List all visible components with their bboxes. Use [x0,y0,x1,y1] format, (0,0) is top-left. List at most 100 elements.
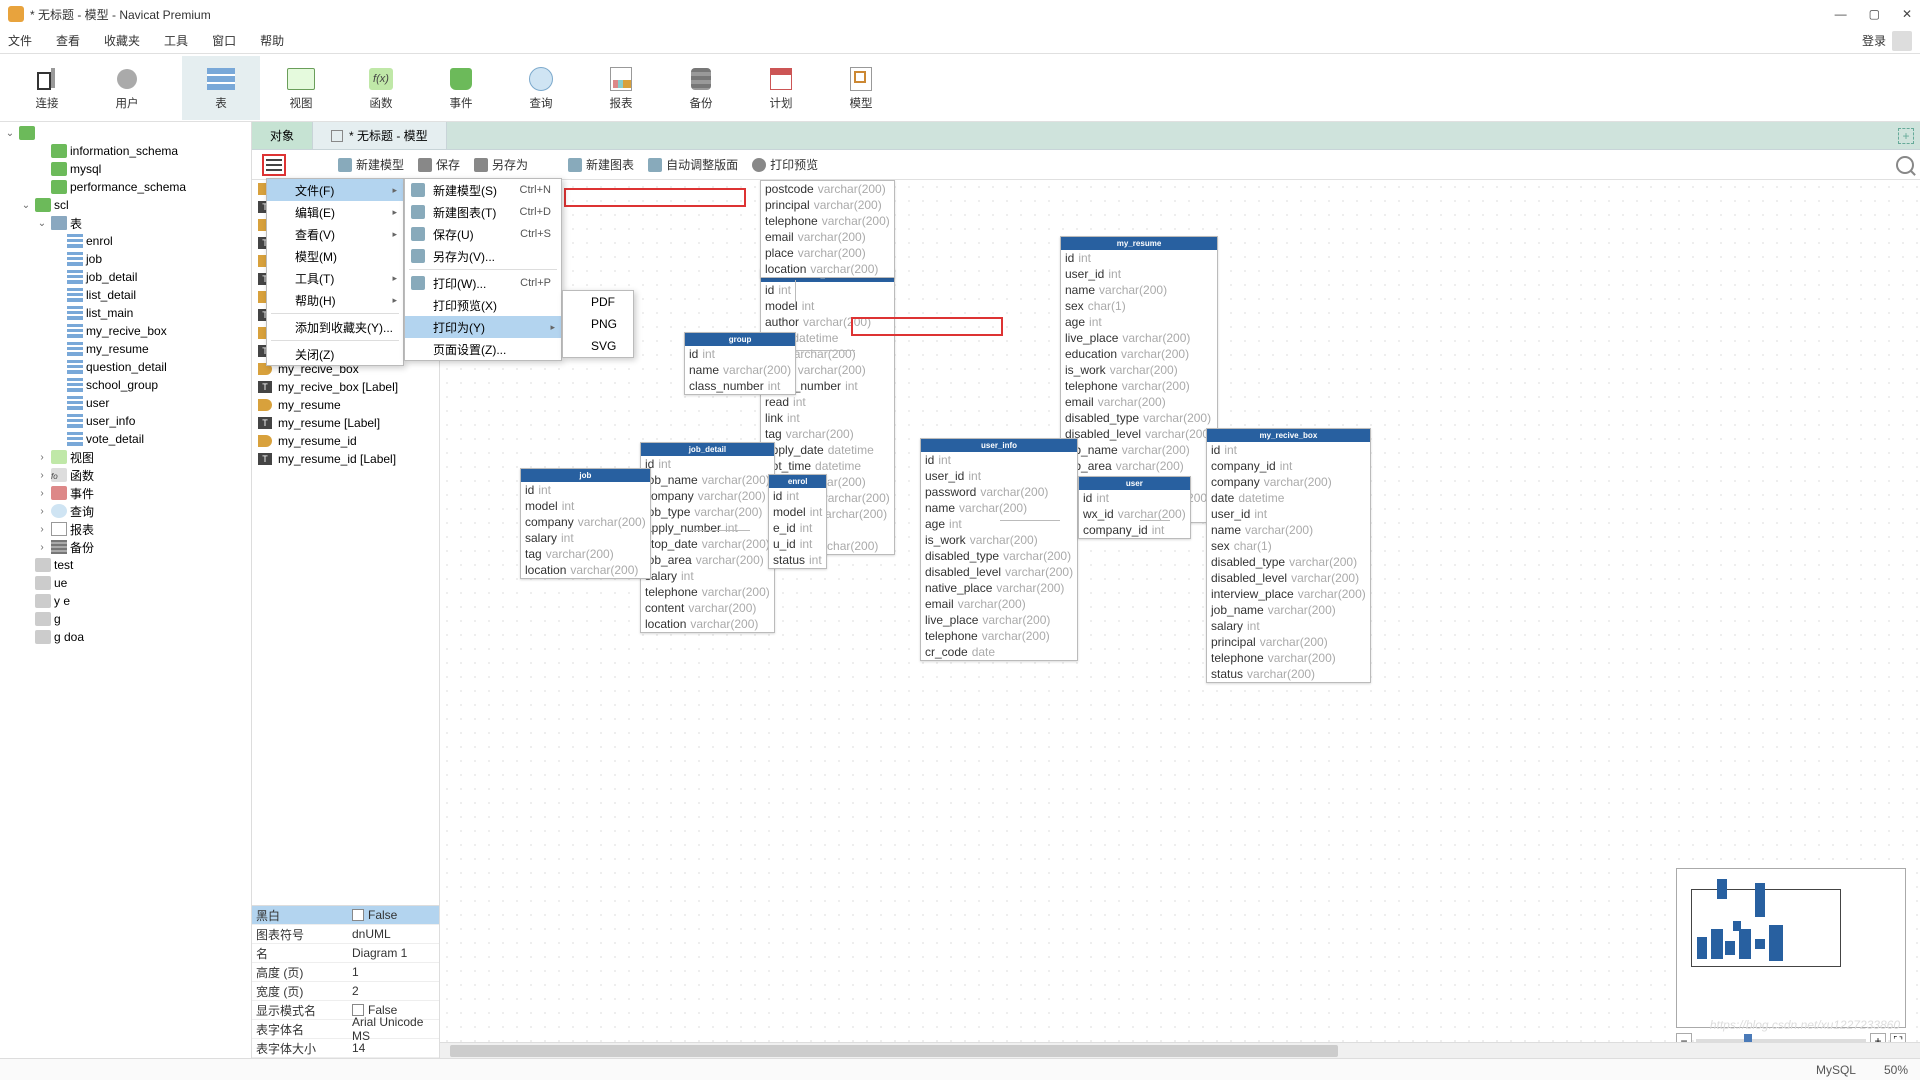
maximize-button[interactable]: ▢ [1869,7,1880,21]
tree-item[interactable]: enrol [0,232,251,250]
tree-item[interactable]: ›函数 [0,466,251,484]
main-menu-item[interactable]: 帮助(H)▸ [267,289,403,311]
main-menu-item[interactable]: 编辑(E)▸ [267,201,403,223]
auto-layout-button[interactable]: 自动调整版面 [648,156,738,173]
login-button[interactable]: 登录 [1862,31,1912,51]
main-menu-item[interactable]: 关闭(Z) [267,343,403,365]
main-menu-item[interactable]: 查看(V)▸ [267,223,403,245]
diagram-canvas[interactable]: T ◯ list_detailidintmodelintauthorvarcha… [440,180,1920,1058]
tree-item[interactable]: ›视图 [0,448,251,466]
tree-item[interactable]: ⌄表 [0,214,251,232]
save-button[interactable]: 保存 [418,156,460,173]
printas-menu-item[interactable]: PNG [563,313,633,335]
printas-menu-item[interactable]: PDF [563,291,633,313]
ribbon-schedule[interactable]: 计划 [742,56,820,120]
property-row[interactable]: 宽度 (页)2 [252,982,439,1001]
ribbon-function[interactable]: f(x)函数 [342,56,420,120]
main-menu-item[interactable]: 添加到收藏夹(Y)... [267,316,403,338]
close-button[interactable]: ✕ [1902,7,1912,21]
tree-item[interactable]: ue [0,574,251,592]
property-row[interactable]: 高度 (页)1 [252,963,439,982]
horizontal-scrollbar[interactable] [440,1042,1920,1058]
tree-item[interactable]: ›报表 [0,520,251,538]
new-diagram-button[interactable]: 新建图表 [568,156,634,173]
tree-item[interactable]: test [0,556,251,574]
tree-item[interactable]: performance_schema [0,178,251,196]
tree-item[interactable]: my_recive_box [0,322,251,340]
menu-view[interactable]: 查看 [56,32,80,49]
entity-user[interactable]: useridintwx_idvarchar(200)company_idint [1078,476,1191,539]
ribbon-report[interactable]: 报表 [582,56,660,120]
tree-item[interactable]: g doa [0,628,251,646]
tree-item[interactable]: g [0,610,251,628]
property-row[interactable]: 表字体大小14 [252,1039,439,1058]
menu-window[interactable]: 窗口 [212,32,236,49]
add-tab-button[interactable]: + [1898,128,1914,144]
entity-group[interactable]: groupidintnamevarchar(200)class_numberin… [684,332,796,395]
new-model-button[interactable]: 新建模型 [338,156,404,173]
ribbon-query[interactable]: 查询 [502,56,580,120]
tree-item[interactable]: information_schema [0,142,251,160]
ribbon-backup[interactable]: 备份 [662,56,740,120]
saveas-button[interactable]: 另存为 [474,156,528,173]
tree-item[interactable]: ⌄ [0,124,251,142]
main-menu-item[interactable]: 文件(F)▸ [267,179,403,201]
tree-item[interactable]: job [0,250,251,268]
menu-tools[interactable]: 工具 [164,32,188,49]
minimap[interactable] [1676,868,1906,1028]
property-row[interactable]: 名Diagram 1 [252,944,439,963]
tree-item[interactable]: my_resume [0,340,251,358]
entity-job[interactable]: jobidintmodelintcompanyvarchar(200)salar… [520,468,651,579]
tree-item[interactable]: user_info [0,412,251,430]
tree-item[interactable]: user [0,394,251,412]
object-list-item[interactable]: my_resume [252,396,439,414]
tree-item[interactable]: job_detail [0,268,251,286]
tree-item[interactable]: school_group [0,376,251,394]
object-list-item[interactable]: Tmy_resume_id [Label] [252,450,439,468]
menu-help[interactable]: 帮助 [260,32,284,49]
entity-job_detail[interactable]: job_detailidintjob_namevarchar(200)compa… [640,442,775,633]
object-list-item[interactable]: Tmy_recive_box [Label] [252,378,439,396]
entity-user_info[interactable]: user_infoidintuser_idintpasswordvarchar(… [920,438,1078,661]
tree-item[interactable]: ›事件 [0,484,251,502]
file-menu-item[interactable]: 页面设置(Z)... [405,338,561,360]
tree-item[interactable]: list_main [0,304,251,322]
print-preview-button[interactable]: 打印预览 [752,156,818,173]
main-menu-item[interactable]: 模型(M) [267,245,403,267]
property-row[interactable]: 表字体名Arial Unicode MS [252,1020,439,1039]
tree-item[interactable]: ›查询 [0,502,251,520]
file-menu-item[interactable]: 打印为(Y)▸ [405,316,561,338]
tree-item[interactable]: ›备份 [0,538,251,556]
file-menu-item[interactable]: 新建图表(T)Ctrl+D [405,201,561,223]
minimize-button[interactable]: — [1835,7,1847,21]
file-menu-item[interactable]: 打印预览(X) [405,294,561,316]
search-icon[interactable] [1896,156,1914,174]
tree-item[interactable]: y e [0,592,251,610]
property-row[interactable]: 黑白False [252,906,439,925]
tree-item[interactable]: question_detail [0,358,251,376]
file-menu-item[interactable]: 保存(U)Ctrl+S [405,223,561,245]
ribbon-model[interactable]: 模型 [822,56,900,120]
menu-favorites[interactable]: 收藏夹 [104,32,140,49]
ribbon-table[interactable]: 表 [182,56,260,120]
property-row[interactable]: 图表符号dnUML [252,925,439,944]
printas-menu-item[interactable]: SVG [563,335,633,357]
tree-item[interactable]: ⌄scl [0,196,251,214]
file-menu-item[interactable]: 另存为(V)... [405,245,561,267]
ribbon-view[interactable]: 视图 [262,56,340,120]
ribbon-user[interactable]: 用户 [88,56,166,120]
tab-model[interactable]: * 无标题 - 模型 [313,122,447,149]
tree-item[interactable]: vote_detail [0,430,251,448]
ribbon-event[interactable]: 事件 [422,56,500,120]
entity-my_recive_box[interactable]: my_recive_boxidintcompany_idintcompanyva… [1206,428,1371,683]
entity-topfrag[interactable]: postcodevarchar(200)principalvarchar(200… [760,180,895,278]
tree-item[interactable]: mysql [0,160,251,178]
file-menu-item[interactable]: 新建模型(S)Ctrl+N [405,179,561,201]
ribbon-connect[interactable]: 连接 [8,56,86,120]
menu-file[interactable]: 文件 [8,32,32,49]
object-list-item[interactable]: Tmy_resume [Label] [252,414,439,432]
main-menu-item[interactable]: 工具(T)▸ [267,267,403,289]
tab-objects[interactable]: 对象 [252,122,313,149]
tree-item[interactable]: list_detail [0,286,251,304]
hamburger-menu-button[interactable] [262,154,286,176]
